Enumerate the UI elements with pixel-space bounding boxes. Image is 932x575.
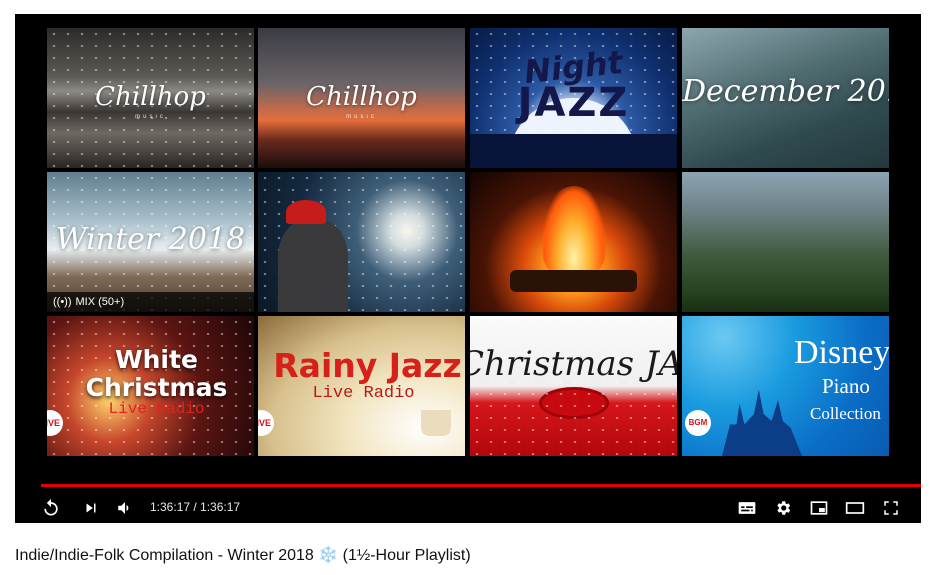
- miniplayer-button[interactable]: [805, 492, 833, 523]
- replay-button[interactable]: [37, 492, 65, 523]
- theater-icon: [845, 501, 865, 514]
- tile-title-line2: JAZZ: [517, 80, 630, 126]
- tile-title-line2: Christmas: [85, 373, 228, 402]
- endscreen-tile-santa-moon[interactable]: [258, 172, 465, 312]
- tile-title: Chillhop: [306, 82, 417, 112]
- tile-title-line3: Collection: [810, 404, 881, 423]
- logs-shape: [510, 270, 637, 292]
- endscreen-tile-rainy-jazz[interactable]: Rainy Jazz Live Radio LIVE: [258, 316, 465, 456]
- tile-title-line1: White: [115, 345, 198, 374]
- endscreen-tile-disney[interactable]: Disney Piano Collection BGM: [682, 316, 889, 456]
- tile-title-line2: Piano: [822, 374, 870, 398]
- fullscreen-icon: [884, 500, 898, 515]
- tile-title: December 2018: [682, 74, 889, 109]
- cup-shape: [421, 410, 451, 436]
- video-player[interactable]: Chillhop music Chillhop music Night JAZZ…: [15, 14, 921, 523]
- endscreen-tile-chillhop-cabin[interactable]: Chillhop music: [47, 28, 254, 168]
- tile-title: Christmas JAZZ: [470, 344, 677, 384]
- girl-silhouette: [278, 220, 348, 312]
- volume-button[interactable]: [111, 492, 139, 523]
- live-badge: LIVE: [258, 410, 274, 436]
- endscreen-tile-chillhop-sunset[interactable]: Chillhop music: [258, 28, 465, 168]
- endscreen-tile-winter-mix[interactable]: Winter 2018 ((•)) MIX (50+): [47, 172, 254, 312]
- tile-title: Winter 2018: [55, 222, 246, 257]
- tile-subtitle: music: [135, 114, 166, 120]
- mix-label-text: MIX (50+): [75, 296, 125, 308]
- time-display: 1:36:17 / 1:36:17: [150, 500, 241, 514]
- endscreen-tile-december[interactable]: December 2018: [682, 28, 889, 168]
- castle-silhouette: [722, 389, 802, 456]
- snow-overlay: [470, 316, 677, 456]
- theater-mode-button[interactable]: [841, 492, 869, 523]
- endscreen-grid: Chillhop music Chillhop music Night JAZZ…: [47, 28, 889, 472]
- fullscreen-button[interactable]: [877, 492, 905, 523]
- tile-subtitle: music: [346, 114, 377, 120]
- subtitles-icon: [738, 501, 756, 514]
- endscreen-tile-night-jazz[interactable]: Night JAZZ: [470, 28, 677, 168]
- radio-icon: ((•)): [53, 296, 72, 308]
- next-button[interactable]: [77, 492, 105, 523]
- endscreen-tile-fireplace[interactable]: [470, 172, 677, 312]
- endscreen-tile-forest[interactable]: [682, 172, 889, 312]
- replay-icon: [44, 498, 58, 515]
- endscreen-tile-white-christmas[interactable]: White Christmas Live Radio LIVE: [47, 316, 254, 456]
- tile-title: Chillhop: [95, 82, 206, 112]
- bgm-badge: BGM: [685, 410, 711, 436]
- mix-badge: ((•)) MIX (50+): [47, 292, 254, 312]
- tile-title-line3: Live Radio: [108, 400, 205, 418]
- tile-title-line1: Rainy Jazz: [273, 346, 462, 385]
- tile-title-line1: Disney: [794, 334, 889, 371]
- player-controls: 1:36:17 / 1:36:17: [15, 492, 921, 523]
- flame-shape: [542, 186, 606, 276]
- volume-icon: [118, 501, 129, 514]
- santa-hat-shape: [286, 200, 326, 224]
- subtitles-button[interactable]: [733, 492, 761, 523]
- settings-button[interactable]: [769, 492, 797, 523]
- endscreen-tile-christmas-jazz[interactable]: Christmas JAZZ: [470, 316, 677, 456]
- bridge-silhouette: [470, 134, 677, 168]
- gear-icon: [777, 500, 791, 515]
- miniplayer-icon: [810, 500, 828, 515]
- video-title: Indie/Indie-Folk Compilation - Winter 20…: [15, 547, 471, 564]
- progress-bar[interactable]: [41, 484, 921, 487]
- tile-title-line2: Live Radio: [312, 384, 415, 403]
- skip-next-icon: [86, 503, 96, 512]
